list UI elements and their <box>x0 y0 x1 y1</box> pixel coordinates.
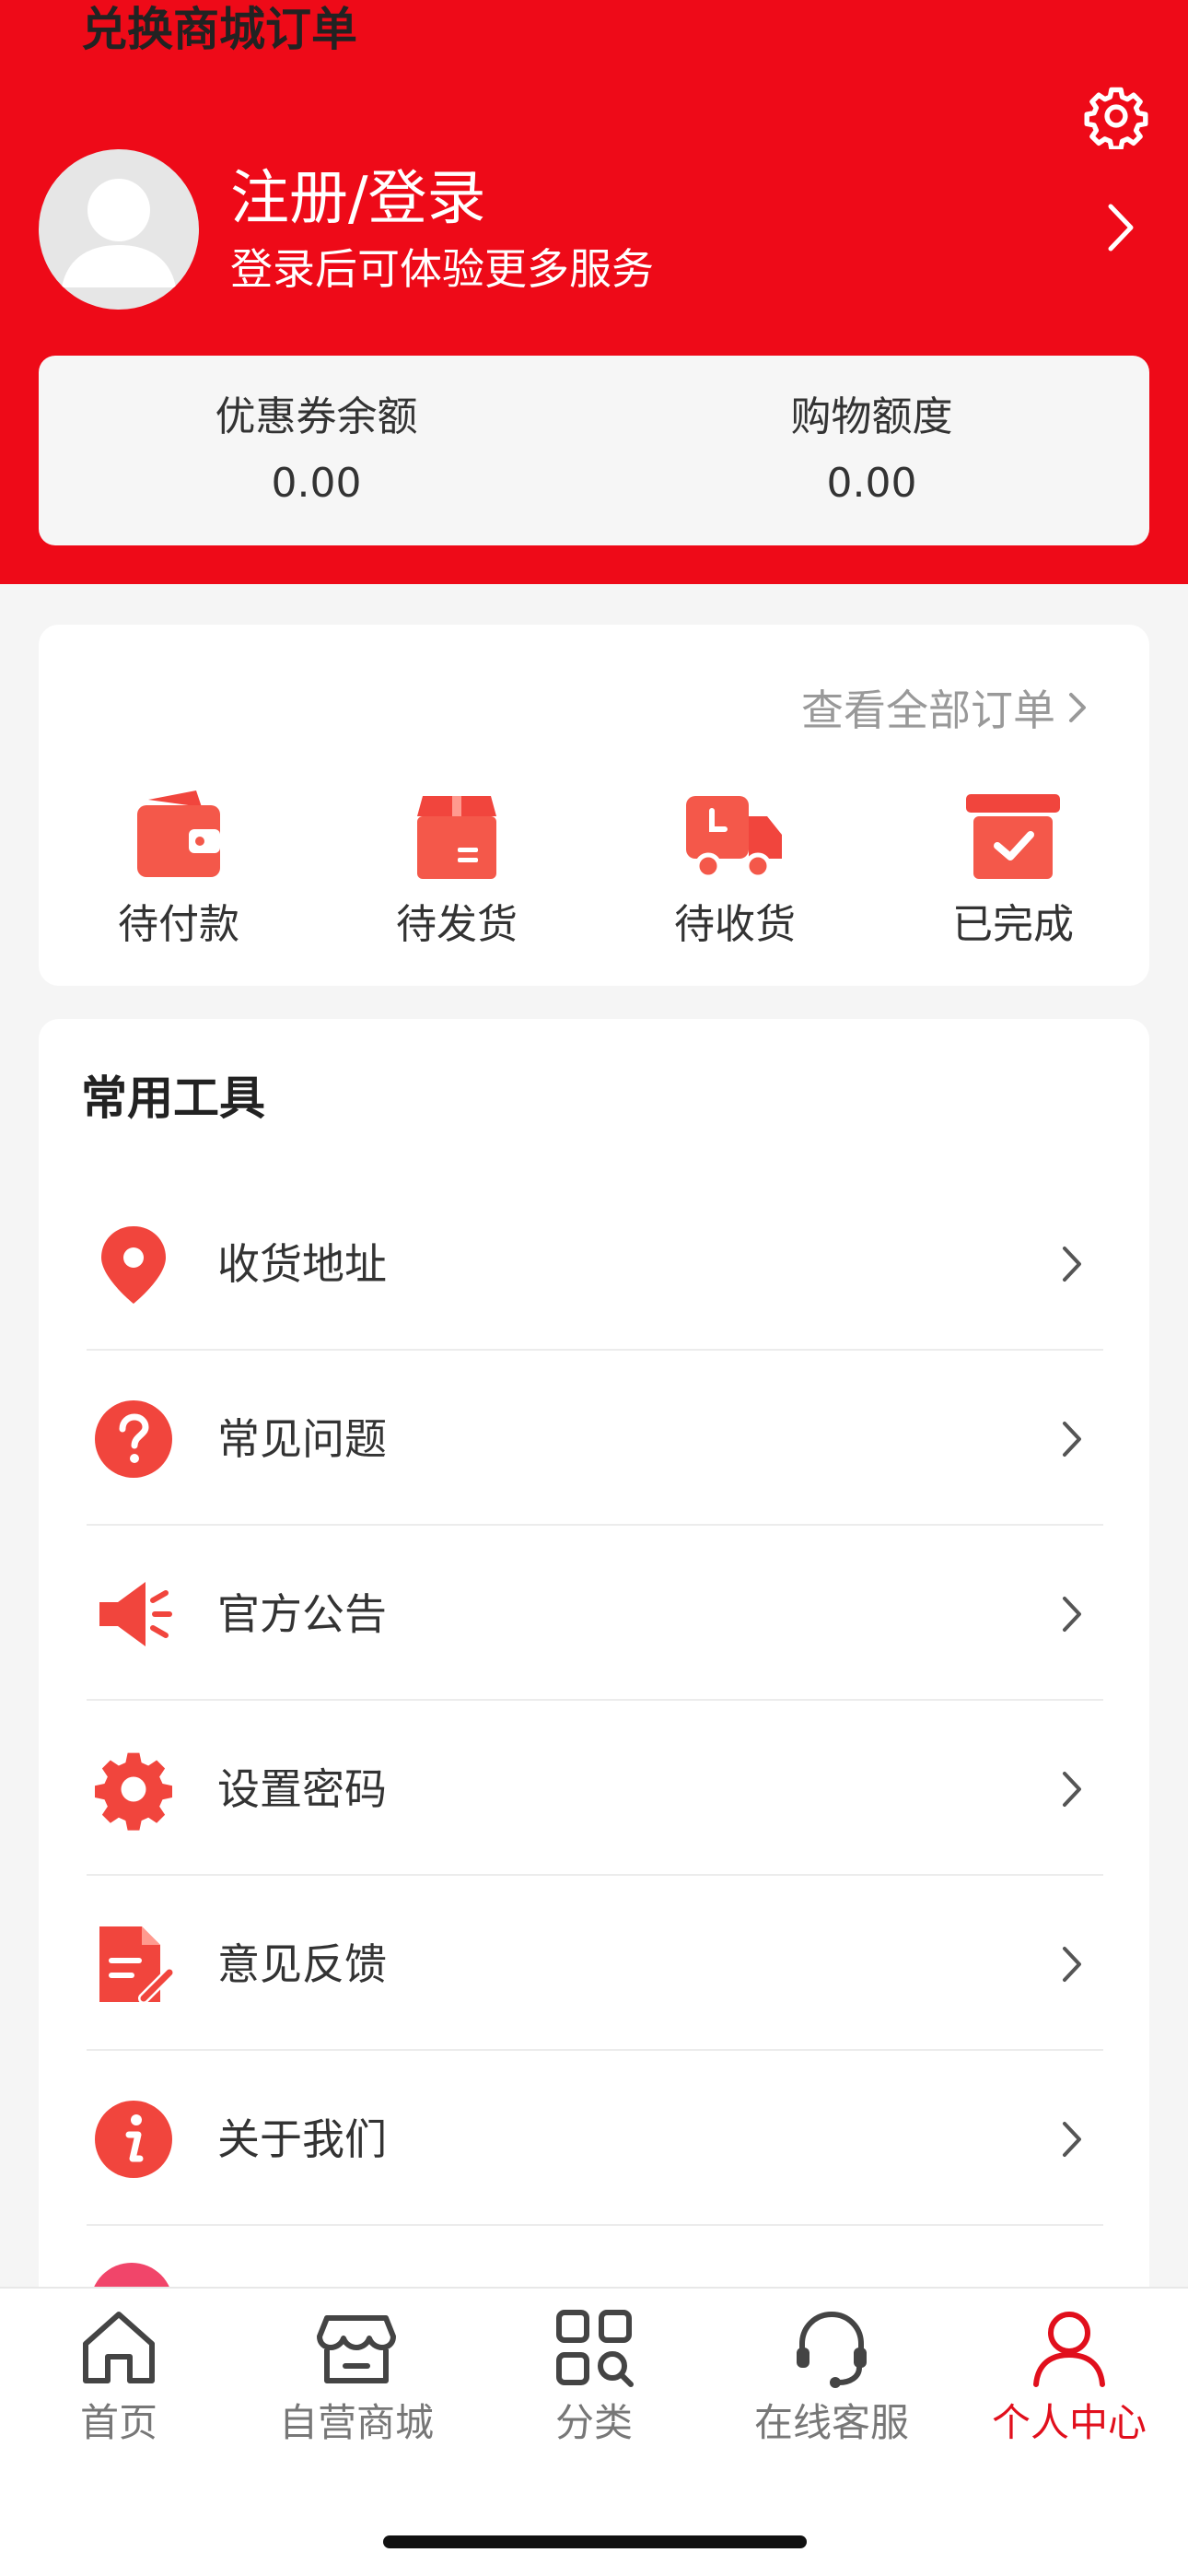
box-icon <box>417 796 496 879</box>
tool-set-password[interactable]: 设置密码 <box>87 1703 1103 1876</box>
tool-label: 常见问题 <box>217 1414 387 1464</box>
megaphone-icon <box>99 1582 172 1646</box>
info-icon <box>95 2101 172 2178</box>
order-completed[interactable]: 已完成 <box>912 790 1114 956</box>
nav-self-store[interactable]: 自营商城 <box>238 2305 475 2462</box>
bottom-nav: 首页 自营商城 分类 在线客服 个人中心 <box>0 2287 1188 2576</box>
headset-icon <box>797 2311 867 2388</box>
store-icon <box>317 2315 396 2383</box>
balance-panel: 优惠券余额 0.00 购物额度 0.00 <box>39 356 1149 545</box>
divider <box>87 1524 1103 1526</box>
wallet-icon <box>137 790 220 877</box>
location-pin-icon <box>101 1226 166 1304</box>
nav-profile[interactable]: 个人中心 <box>950 2305 1188 2462</box>
avatar-icon <box>62 179 176 287</box>
divider <box>87 2224 1103 2226</box>
profile-header: 注册/登录 登录后可体验更多服务 优惠券余额 0.00 购物额度 0.00 <box>0 0 1188 584</box>
tool-feedback[interactable]: 意见反馈 <box>87 1878 1103 2051</box>
order-label: 待付款 <box>118 901 239 948</box>
tool-about-us[interactable]: 关于我们 <box>87 2053 1103 2226</box>
order-label: 待收货 <box>674 901 796 948</box>
chevron-right-icon <box>1069 693 1086 722</box>
nav-label: 首页 <box>79 2400 157 2445</box>
profile-page: 注册/登录 登录后可体验更多服务 优惠券余额 0.00 购物额度 0.00 兑换… <box>0 0 1188 2576</box>
avatar[interactable] <box>39 149 199 310</box>
nav-label: 自营商城 <box>278 2400 434 2445</box>
category-icon <box>556 2310 634 2387</box>
nav-label: 个人中心 <box>991 2400 1147 2445</box>
login-subtitle: 登录后可体验更多服务 <box>230 244 654 294</box>
tool-faq[interactable]: 常见问题 <box>87 1352 1103 1526</box>
divider <box>87 1349 1103 1351</box>
tool-label: 设置密码 <box>217 1764 387 1814</box>
divider <box>87 2049 1103 2051</box>
stat-value: 0.00 <box>826 460 917 507</box>
chevron-right-icon <box>1063 1422 1081 1457</box>
tool-shipping-address[interactable]: 收货地址 <box>87 1177 1103 1351</box>
stat-coupon-balance[interactable]: 优惠券余额 0.00 <box>39 356 594 545</box>
truck-icon <box>686 796 782 880</box>
settings-gear-icon[interactable] <box>1083 83 1149 149</box>
nav-customer-service[interactable]: 在线客服 <box>713 2305 950 2462</box>
archive-check-icon <box>966 794 1060 879</box>
question-icon <box>95 1400 172 1478</box>
stat-label: 优惠券余额 <box>215 393 418 440</box>
home-icon <box>83 2312 155 2383</box>
order-pending-payment[interactable]: 待付款 <box>77 790 280 956</box>
divider <box>87 1699 1103 1701</box>
tool-announcements[interactable]: 官方公告 <box>87 1528 1103 1701</box>
chevron-right-icon[interactable] <box>1100 195 1142 260</box>
home-indicator[interactable] <box>383 2535 807 2548</box>
order-label: 已完成 <box>952 901 1074 948</box>
login-title[interactable]: 注册/登录 <box>230 162 486 236</box>
divider <box>87 1874 1103 1876</box>
view-all-orders-link[interactable]: 查看全部订单 <box>801 678 1089 737</box>
tool-label: 关于我们 <box>217 2114 387 2164</box>
tool-label: 收货地址 <box>217 1239 387 1289</box>
nav-label: 在线客服 <box>753 2400 909 2445</box>
chevron-right-icon <box>1063 1772 1081 1807</box>
tool-label: 官方公告 <box>217 1589 387 1639</box>
orders-title: 兑换商城订单 <box>81 3 357 56</box>
gear-icon <box>95 1752 172 1831</box>
feedback-doc-icon <box>99 1926 175 2004</box>
tools-title: 常用工具 <box>81 1071 265 1125</box>
order-label: 待发货 <box>396 901 518 948</box>
chevron-right-icon <box>1063 1947 1081 1982</box>
tool-label: 意见反馈 <box>217 1939 387 1989</box>
nav-label: 分类 <box>554 2400 633 2445</box>
stat-value: 0.00 <box>271 460 362 507</box>
stat-label: 购物额度 <box>790 393 953 440</box>
nav-home[interactable]: 首页 <box>0 2305 238 2462</box>
chevron-right-icon <box>1063 2122 1081 2157</box>
chevron-right-icon <box>1063 1597 1081 1632</box>
nav-category[interactable]: 分类 <box>475 2305 713 2462</box>
order-pending-shipment[interactable]: 待发货 <box>355 790 558 956</box>
user-icon <box>1033 2312 1105 2387</box>
order-pending-receipt[interactable]: 待收货 <box>634 790 836 956</box>
stat-shopping-quota[interactable]: 购物额度 0.00 <box>594 356 1149 545</box>
chevron-right-icon <box>1063 1247 1081 1282</box>
view-all-label: 查看全部订单 <box>801 685 1055 735</box>
